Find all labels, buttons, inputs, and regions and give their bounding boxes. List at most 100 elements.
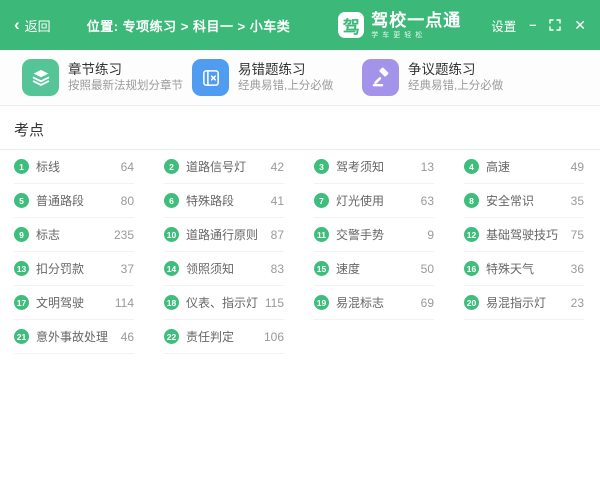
mode-subtitle: 按照最新法规划分章节 <box>68 80 183 93</box>
topic-number-badge: 6 <box>164 193 179 208</box>
logo-title: 驾校一点通 <box>371 12 461 29</box>
topic-number-badge: 16 <box>464 261 479 276</box>
topic-count: 235 <box>114 228 134 242</box>
topic-number-badge: 9 <box>14 227 29 242</box>
topic-count: 63 <box>421 194 434 208</box>
topic-number-badge: 20 <box>464 295 479 310</box>
maximize-icon <box>549 19 561 31</box>
topic-item[interactable]: 22 责任判定 106 <box>164 320 284 354</box>
topic-item[interactable]: 19易混标志69 <box>314 286 434 320</box>
topics-section: 考点 1标线642道路信号灯423驾考须知134高速495普通路段806特殊路段… <box>0 106 600 354</box>
settings-button[interactable]: 设置 <box>491 16 516 35</box>
topic-label: 责任判定 <box>186 328 234 345</box>
topic-item[interactable]: 4 高速 49 <box>464 150 584 184</box>
topic-item[interactable]: 3驾考须知13 <box>314 150 434 184</box>
topic-item[interactable]: 12基础驾驶技巧75 <box>464 218 584 252</box>
topic-label: 仪表、指示灯 <box>186 294 258 311</box>
topic-item[interactable]: 21 意外事故处理 46 <box>14 320 134 354</box>
practice-modes-bar: 章节练习 按照最新法规划分章节 易错题练习 经典易错,上分必做 <box>0 50 600 106</box>
topic-item[interactable]: 7灯光使用63 <box>314 184 434 218</box>
topic-number-badge: 1 <box>14 159 29 174</box>
topic-number-badge: 7 <box>314 193 329 208</box>
topic-number-badge: 8 <box>464 193 479 208</box>
app-logo: 驾 驾校一点通 学车更轻松 <box>338 12 461 39</box>
topic-number-badge: 4 <box>464 159 479 174</box>
topic-count: 35 <box>571 194 584 208</box>
topic-label: 标志 <box>36 226 60 243</box>
topic-item[interactable]: 15速度50 <box>314 252 434 286</box>
topic-label: 高速 <box>486 158 510 175</box>
mode-subtitle: 经典易错,上分必做 <box>408 80 503 93</box>
mode-controversial-practice[interactable]: 争议题练习 经典易错,上分必做 <box>362 59 532 96</box>
topic-label: 安全常识 <box>486 192 534 209</box>
layers-icon <box>22 59 59 96</box>
topic-item[interactable]: 13扣分罚款37 <box>14 252 134 286</box>
topic-label: 道路通行原则 <box>186 226 258 243</box>
back-label: 返回 <box>25 16 51 35</box>
mode-title: 易错题练习 <box>238 62 333 78</box>
app-window: ‹ 返回 位置: 专项练习 > 科目一 > 小车类 驾 驾校一点通 学车更轻松 … <box>0 0 600 480</box>
topic-label: 特殊路段 <box>186 192 234 209</box>
topic-item[interactable]: 6 特殊路段 41 <box>164 184 284 218</box>
mode-text: 争议题练习 经典易错,上分必做 <box>408 62 503 94</box>
topic-label: 速度 <box>336 260 360 277</box>
topic-number-badge: 15 <box>314 261 329 276</box>
topic-count: 115 <box>265 296 284 310</box>
topic-count: 9 <box>427 228 434 242</box>
topic-item[interactable]: 2道路信号灯42 <box>164 150 284 184</box>
topic-count: 64 <box>121 160 134 174</box>
topic-label: 领照须知 <box>186 260 234 277</box>
topic-label: 道路信号灯 <box>186 158 246 175</box>
topic-count: 106 <box>264 330 284 344</box>
topic-item[interactable]: 14 领照须知 83 <box>164 252 284 286</box>
mode-error-prone-practice[interactable]: 易错题练习 经典易错,上分必做 <box>192 59 362 96</box>
breadcrumb: 位置: 专项练习 > 科目一 > 小车类 <box>87 16 291 35</box>
topic-label: 标线 <box>36 158 60 175</box>
topic-number-badge: 22 <box>164 329 179 344</box>
topic-count: 36 <box>571 262 584 276</box>
topic-number-badge: 21 <box>14 329 29 344</box>
topic-number-badge: 14 <box>164 261 179 276</box>
topic-count: 80 <box>121 194 134 208</box>
topic-label: 特殊天气 <box>486 260 534 277</box>
topic-item[interactable]: 5普通路段80 <box>14 184 134 218</box>
topic-item[interactable]: 9 标志 235 <box>14 218 134 252</box>
logo-subtitle: 学车更轻松 <box>371 32 461 39</box>
topic-label: 驾考须知 <box>336 158 384 175</box>
minimize-button[interactable]: – <box>529 18 536 32</box>
topic-count: 83 <box>271 262 284 276</box>
topic-item[interactable]: 1 标线 64 <box>14 150 134 184</box>
topic-label: 交警手势 <box>336 226 384 243</box>
topic-item[interactable]: 8 安全常识 35 <box>464 184 584 218</box>
maximize-button[interactable] <box>549 19 561 31</box>
logo-text: 驾校一点通 学车更轻松 <box>371 12 461 39</box>
topic-count: 23 <box>571 296 584 310</box>
topic-label: 普通路段 <box>36 192 84 209</box>
topic-item[interactable]: 10道路通行原则87 <box>164 218 284 252</box>
topic-label: 基础驾驶技巧 <box>486 226 558 243</box>
topic-count: 13 <box>421 160 434 174</box>
topic-count: 46 <box>121 330 134 344</box>
topic-item[interactable]: 17文明驾驶114 <box>14 286 134 320</box>
title-bar: ‹ 返回 位置: 专项练习 > 科目一 > 小车类 驾 驾校一点通 学车更轻松 … <box>0 0 600 50</box>
topic-item[interactable]: 18仪表、指示灯115 <box>164 286 284 320</box>
topic-count: 49 <box>571 160 584 174</box>
topic-number-badge: 2 <box>164 159 179 174</box>
topic-item[interactable]: 16 特殊天气 36 <box>464 252 584 286</box>
chevron-left-icon: ‹ <box>14 16 20 33</box>
topic-count: 41 <box>271 194 284 208</box>
topic-number-badge: 11 <box>314 227 329 242</box>
mode-title: 争议题练习 <box>408 62 503 78</box>
topic-count: 75 <box>571 228 584 242</box>
gavel-icon <box>362 59 399 96</box>
mode-chapter-practice[interactable]: 章节练习 按照最新法规划分章节 <box>22 59 192 96</box>
topic-count: 69 <box>421 296 434 310</box>
topic-item[interactable]: 20易混指示灯23 <box>464 286 584 320</box>
mode-subtitle: 经典易错,上分必做 <box>238 80 333 93</box>
back-button[interactable]: ‹ 返回 <box>14 16 51 35</box>
topic-label: 意外事故处理 <box>36 328 108 345</box>
topic-item[interactable]: 11 交警手势 9 <box>314 218 434 252</box>
mode-text: 易错题练习 经典易错,上分必做 <box>238 62 333 94</box>
close-button[interactable]: ✕ <box>574 17 586 34</box>
topic-count: 37 <box>121 262 134 276</box>
